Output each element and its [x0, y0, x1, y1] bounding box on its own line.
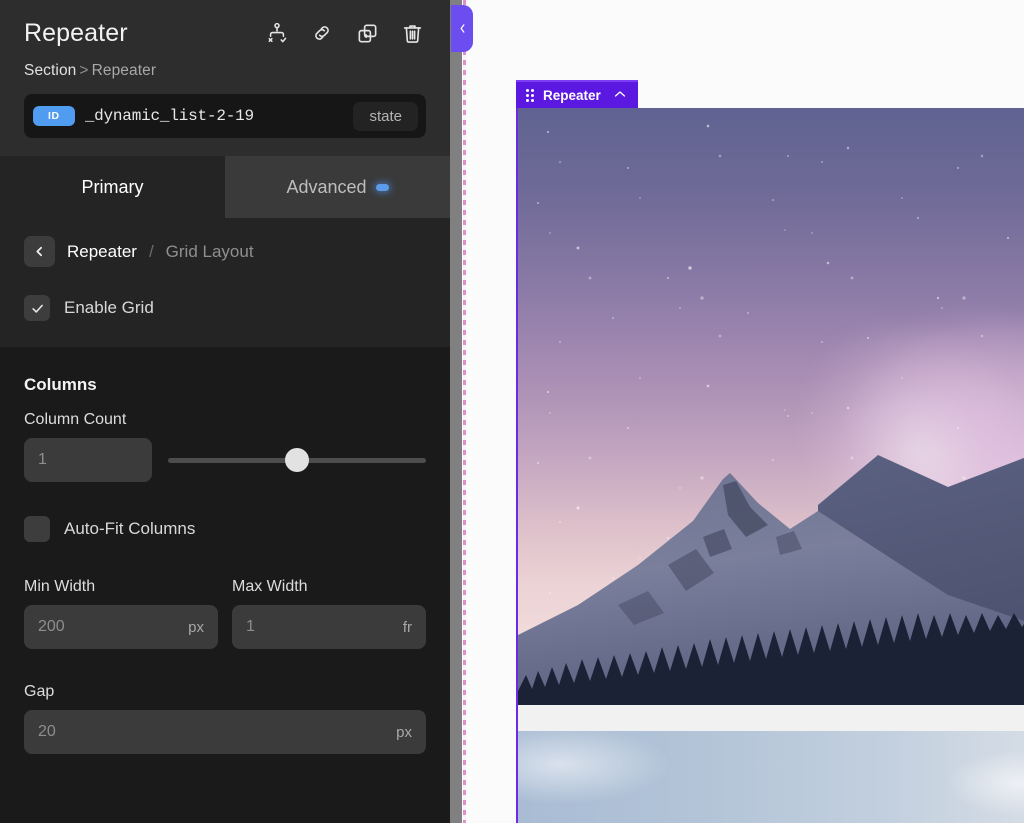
app-root: Repeater Section > Repeater ID _dynamic_…	[0, 0, 1024, 823]
auto-fit-columns-row[interactable]: Auto-Fit Columns	[24, 516, 426, 542]
tab-bar: Primary Advanced	[0, 156, 450, 218]
canvas-scrollbar[interactable]	[450, 0, 462, 823]
column-count-value: 1	[38, 451, 47, 468]
drag-dots-handle[interactable]	[526, 88, 534, 102]
breadcrumb: Section > Repeater	[24, 62, 426, 80]
max-width-unit[interactable]: fr	[403, 619, 412, 636]
canvas-area: Repeater	[450, 0, 1024, 823]
link-icon[interactable]	[308, 19, 336, 47]
enable-grid-label: Enable Grid	[64, 298, 154, 317]
sub-breadcrumb-slash: /	[148, 241, 154, 261]
auto-fit-columns-label: Auto-Fit Columns	[64, 519, 196, 538]
gap-value: 20	[38, 723, 56, 740]
chevron-left-icon[interactable]	[24, 236, 55, 267]
enable-grid-row[interactable]: Enable Grid	[24, 295, 426, 321]
min-width-field: Min Width 200 px	[24, 578, 218, 649]
pine-forest-silhouette	[518, 613, 1024, 705]
state-button[interactable]: state	[353, 101, 418, 131]
repeater-item-1[interactable]	[518, 108, 1024, 705]
element-id-bar: ID _dynamic_list-2-19 state	[24, 94, 426, 138]
min-width-input[interactable]: 200 px	[24, 605, 218, 649]
panel-header: Repeater Section > Repeater ID _dynamic_…	[0, 0, 450, 156]
breadcrumb-current: Repeater	[91, 62, 157, 79]
tab-primary-label: Primary	[81, 176, 144, 197]
columns-group-title: Columns	[24, 375, 97, 394]
panel-header-row: Repeater	[24, 14, 426, 52]
header-icon-group	[263, 19, 426, 47]
max-width-field: Max Width 1 fr	[232, 578, 426, 649]
column-count-slider[interactable]	[168, 447, 426, 473]
auto-fit-columns-checkbox[interactable]	[24, 516, 50, 542]
page-title: Repeater	[24, 18, 128, 47]
enable-grid-checkbox[interactable]	[24, 295, 50, 321]
tab-primary[interactable]: Primary	[0, 156, 225, 218]
collapse-panel-tab[interactable]	[451, 5, 473, 52]
repeater-item-2[interactable]	[518, 731, 1024, 823]
duplicate-icon[interactable]	[353, 19, 381, 47]
min-width-label: Min Width	[24, 578, 96, 595]
chevron-up-icon[interactable]	[614, 90, 626, 101]
min-width-value: 200	[38, 618, 65, 635]
slider-thumb[interactable]	[285, 448, 309, 472]
grid-settings-body: Columns Column Count 1 Auto-Fit Columns …	[0, 347, 450, 823]
max-width-value: 1	[246, 618, 255, 635]
tab-advanced[interactable]: Advanced	[225, 156, 450, 218]
breadcrumb-parent[interactable]: Section	[24, 62, 76, 79]
column-count-label: Column Count	[24, 411, 127, 428]
blue-sky-gradient	[518, 731, 1024, 823]
sub-breadcrumb: Repeater / Grid Layout	[24, 236, 426, 267]
trash-icon[interactable]	[398, 19, 426, 47]
tab-advanced-label: Advanced	[286, 176, 367, 197]
gap-label: Gap	[24, 683, 55, 700]
conditions-icon[interactable]	[263, 19, 291, 47]
sub-breadcrumb-current[interactable]: Repeater	[67, 242, 137, 262]
repeater-element-label[interactable]: Repeater	[516, 80, 638, 108]
width-fields-row: Min Width 200 px Max Width 1 fr	[24, 578, 426, 649]
advanced-badge-dot	[375, 183, 389, 191]
max-width-input[interactable]: 1 fr	[232, 605, 426, 649]
repeater-items-gap	[518, 705, 1024, 731]
repeater-element[interactable]: Repeater	[516, 80, 1024, 823]
gap-input[interactable]: 20 px	[24, 710, 426, 754]
sub-breadcrumb-next: Grid Layout	[165, 241, 254, 261]
id-pill[interactable]: ID	[33, 105, 75, 127]
min-width-unit[interactable]: px	[188, 619, 204, 636]
repeater-items-frame	[516, 108, 1024, 823]
element-id-value[interactable]: _dynamic_list-2-19	[85, 107, 344, 125]
gap-field: Gap 20 px	[24, 683, 426, 754]
column-count-input[interactable]: 1	[24, 438, 152, 482]
max-width-label: Max Width	[232, 578, 308, 595]
breadcrumb-separator: >	[79, 62, 89, 79]
repeater-label-text: Repeater	[543, 87, 601, 103]
gap-unit[interactable]: px	[396, 724, 412, 741]
canvas-viewport[interactable]: Repeater	[466, 0, 1024, 823]
section-navigation-band: Repeater / Grid Layout Enable Grid	[0, 218, 450, 347]
settings-panel: Repeater Section > Repeater ID _dynamic_…	[0, 0, 450, 823]
column-count-row: 1	[24, 438, 426, 482]
